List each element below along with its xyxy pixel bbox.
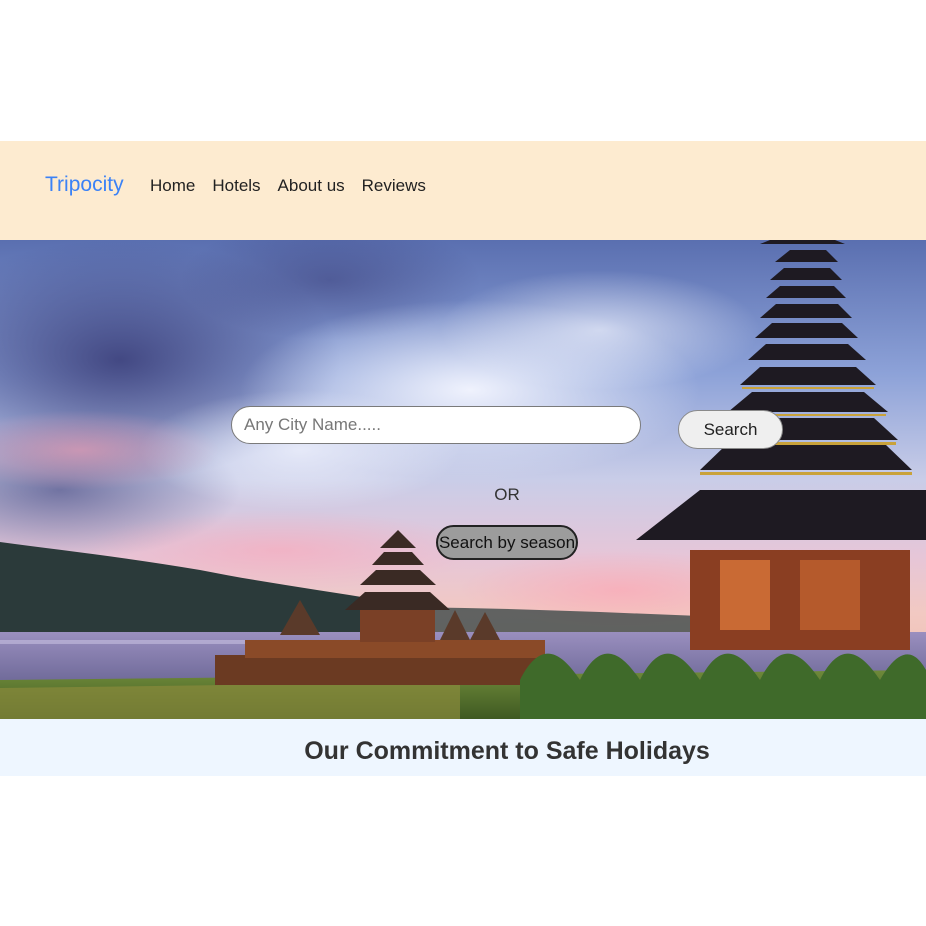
nav-link-home[interactable]: Home [150,176,195,196]
nav-link-about-us[interactable]: About us [278,176,345,196]
hero-background-image [0,240,926,719]
page: Tripocity Home Hotels About us Reviews A… [0,0,926,926]
nav-links: Home Hotels About us Reviews [150,176,426,196]
brand-logo-link[interactable]: Tripocity [45,173,124,197]
search-by-season-button[interactable]: Search by season [436,525,578,560]
nav-link-reviews[interactable]: Reviews [362,176,426,196]
or-separator: OR [494,485,520,504]
navbar: Tripocity Home Hotels About us Reviews [0,141,926,240]
commitment-section: Our Commitment to Safe Holidays [0,719,926,776]
search-button[interactable]: Search [678,410,783,449]
nav-link-hotels[interactable]: Hotels [212,176,260,196]
city-search-input[interactable] [231,406,641,444]
hero-section: Search OR Search by season [0,240,926,719]
commitment-heading: Our Commitment to Safe Holidays [304,737,710,765]
